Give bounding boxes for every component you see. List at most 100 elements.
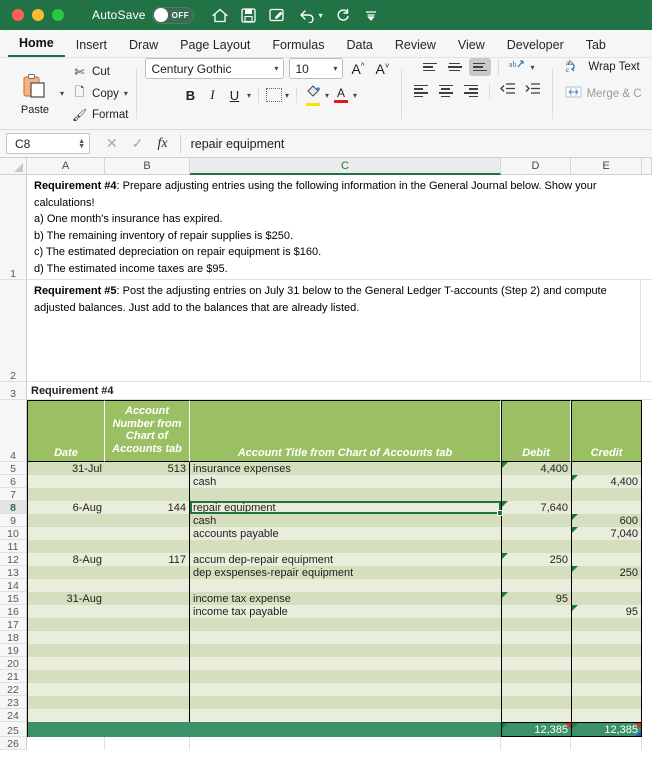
cell-account-number-r12[interactable]: 117 <box>105 553 190 566</box>
cell-f4[interactable] <box>642 400 652 462</box>
cell-debit-r11[interactable] <box>501 540 571 553</box>
ribbon-tab-table[interactable]: Tab <box>575 38 617 57</box>
cell-a25[interactable] <box>27 722 105 737</box>
cell-f-r15[interactable] <box>642 592 652 605</box>
cell-account-title-r19[interactable] <box>190 644 501 657</box>
increase-indent-button[interactable] <box>522 82 544 100</box>
new-comment-icon[interactable] <box>268 8 285 23</box>
cell-debit-r6[interactable] <box>501 475 571 488</box>
cell-f-r10[interactable] <box>642 527 652 540</box>
cell-account-title-r10[interactable]: accounts payable <box>190 527 501 540</box>
row-header-17[interactable]: 17 <box>0 618 26 631</box>
cell-account-title-r11[interactable] <box>190 540 501 553</box>
font-color-button[interactable]: A <box>332 87 350 103</box>
cell-f-r24[interactable] <box>642 709 652 722</box>
cell-account-number-r19[interactable] <box>105 644 190 657</box>
cut-button[interactable]: ✄ Cut <box>72 65 128 79</box>
cell-f-r17[interactable] <box>642 618 652 631</box>
cell-credit-r14[interactable] <box>571 579 642 592</box>
cell-account-title-r20[interactable] <box>190 657 501 670</box>
row-header-11[interactable]: 11 <box>0 540 26 553</box>
font-name-combobox[interactable]: Century Gothic ▾ <box>145 58 285 79</box>
cell-debit-r5[interactable]: 4,400 <box>501 462 571 475</box>
copy-dropdown-caret-icon[interactable]: ▾ <box>124 89 128 98</box>
cell-date-r23[interactable] <box>27 696 105 709</box>
cell-date-r18[interactable] <box>27 631 105 644</box>
cell-c26[interactable] <box>190 737 501 750</box>
cell-credit-r24[interactable] <box>571 709 642 722</box>
cell-debit-r19[interactable] <box>501 644 571 657</box>
cell-credit-r23[interactable] <box>571 696 642 709</box>
cell-debit-r18[interactable] <box>501 631 571 644</box>
column-header-c[interactable]: C <box>190 158 501 175</box>
cell-credit-r12[interactable] <box>571 553 642 566</box>
cell-credit-r22[interactable] <box>571 683 642 696</box>
cell-account-number-r20[interactable] <box>105 657 190 670</box>
underline-button[interactable]: U <box>225 88 244 103</box>
decrease-font-size-button[interactable]: A˅ <box>373 61 393 77</box>
cell-credit-r17[interactable] <box>571 618 642 631</box>
row-header-26[interactable]: 26 <box>0 737 26 750</box>
cell-f-r18[interactable] <box>642 631 652 644</box>
cell-date-r14[interactable] <box>27 579 105 592</box>
row-header-21[interactable]: 21 <box>0 670 26 683</box>
align-bottom-button[interactable] <box>468 58 491 76</box>
cell-account-title-r22[interactable] <box>190 683 501 696</box>
cell-f-r23[interactable] <box>642 696 652 709</box>
cell-f2[interactable] <box>641 280 652 381</box>
save-icon[interactable] <box>240 7 256 23</box>
align-right-button[interactable] <box>460 82 482 100</box>
cell-date-r13[interactable] <box>27 566 105 579</box>
table-header-account-title[interactable]: Account Title from Chart of Accounts tab <box>190 400 501 462</box>
row-header-2[interactable]: 2 <box>0 280 26 382</box>
cell-debit-r16[interactable] <box>501 605 571 618</box>
cell-a1[interactable]: Requirement #4: Prepare adjusting entrie… <box>27 175 652 279</box>
cell-account-number-r5[interactable]: 513 <box>105 462 190 475</box>
orientation-button[interactable]: ab <box>506 58 528 76</box>
cell-date-r12[interactable]: 8-Aug <box>27 553 105 566</box>
cell-debit-r7[interactable] <box>501 488 571 501</box>
cell-credit-r9[interactable]: 600 <box>571 514 642 527</box>
column-header-e[interactable]: E <box>571 158 642 174</box>
cell-account-title-r7[interactable] <box>190 488 501 501</box>
table-header-credit[interactable]: Credit <box>571 400 642 462</box>
cell-account-title-r16[interactable]: income tax payable <box>190 605 501 618</box>
cell-f-r9[interactable] <box>642 514 652 527</box>
ribbon-tab-developer[interactable]: Developer <box>496 38 575 57</box>
minimize-window-button[interactable] <box>32 9 44 21</box>
cell-debit-r24[interactable] <box>501 709 571 722</box>
ribbon-tab-view[interactable]: View <box>447 38 496 57</box>
cell-date-r8[interactable]: 6-Aug <box>27 501 105 514</box>
cell-account-number-r6[interactable] <box>105 475 190 488</box>
cell-f-r21[interactable] <box>642 670 652 683</box>
cell-f-r7[interactable] <box>642 488 652 501</box>
font-color-caret-icon[interactable]: ▾ <box>353 91 357 100</box>
cell-date-r6[interactable] <box>27 475 105 488</box>
cell-account-number-r23[interactable] <box>105 696 190 709</box>
cell-debit-r10[interactable] <box>501 527 571 540</box>
borders-caret-icon[interactable]: ▾ <box>285 91 289 100</box>
cell-date-r16[interactable] <box>27 605 105 618</box>
font-name-caret-icon[interactable]: ▾ <box>274 64 278 73</box>
cell-b25[interactable] <box>105 722 190 737</box>
ribbon-tab-data[interactable]: Data <box>335 38 383 57</box>
cell-debit-r23[interactable] <box>501 696 571 709</box>
home-icon[interactable] <box>211 8 228 23</box>
cell-date-r9[interactable] <box>27 514 105 527</box>
cell-f-r14[interactable] <box>642 579 652 592</box>
row-header-23[interactable]: 23 <box>0 696 26 709</box>
cell-c25[interactable] <box>190 722 501 737</box>
row-header-12[interactable]: 12 <box>0 553 26 566</box>
cell-b26[interactable] <box>105 737 190 750</box>
cell-account-title-r24[interactable] <box>190 709 501 722</box>
cell-account-number-r11[interactable] <box>105 540 190 553</box>
cell-account-title-r9[interactable]: cash <box>190 514 501 527</box>
row-header-24[interactable]: 24 <box>0 709 26 722</box>
align-middle-button[interactable] <box>444 58 466 76</box>
cell-account-number-r22[interactable] <box>105 683 190 696</box>
customize-toolbar-caret-icon[interactable] <box>364 8 378 22</box>
cell-f26[interactable] <box>642 737 652 750</box>
cell-account-number-r7[interactable] <box>105 488 190 501</box>
cell-f-r11[interactable] <box>642 540 652 553</box>
column-header-a[interactable]: A <box>27 158 105 174</box>
